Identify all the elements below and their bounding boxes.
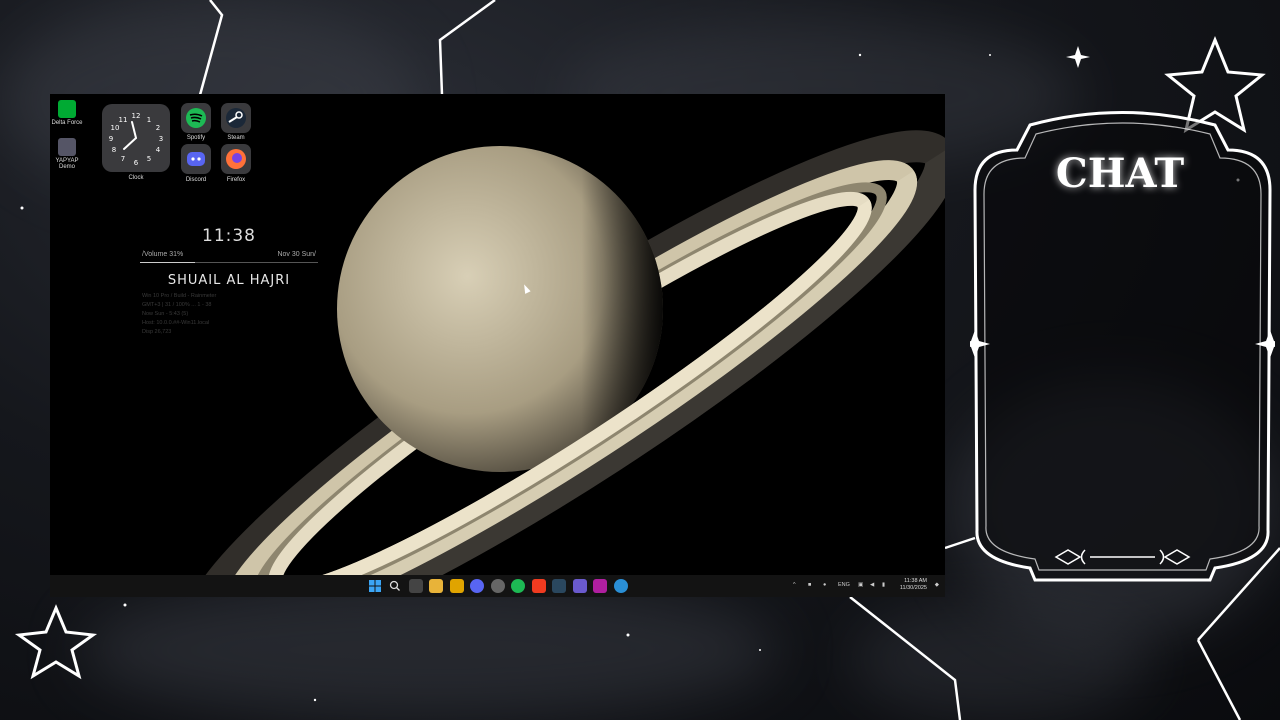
volume-icon[interactable]: ◀ xyxy=(870,582,874,588)
yapyap-icon xyxy=(58,138,76,156)
svg-text:4: 4 xyxy=(156,146,161,154)
info-line: Win 10 Pro / Build - Rainmeter xyxy=(142,293,217,299)
chat-title: CHAT xyxy=(1055,150,1185,197)
svg-text:7: 7 xyxy=(121,155,125,163)
task-view-icon[interactable] xyxy=(409,579,423,593)
volume-percent: 31% xyxy=(169,251,184,258)
discord-icon xyxy=(187,152,205,166)
app-icon[interactable] xyxy=(593,579,607,593)
sparkle-icon xyxy=(1066,46,1090,68)
firefox-tile[interactable] xyxy=(221,144,251,174)
volume-fill xyxy=(140,262,196,263)
firefox-label: Firefox xyxy=(226,177,246,183)
steam-icon xyxy=(226,108,246,128)
clock-widget[interactable]: 12 1 2 3 4 5 6 7 8 9 10 11 xyxy=(102,104,170,172)
svg-text:3: 3 xyxy=(159,135,163,143)
app-icon[interactable] xyxy=(573,579,587,593)
start-button[interactable] xyxy=(368,579,382,593)
taskbar-time: 11:38 AM xyxy=(904,578,927,584)
svg-text:12: 12 xyxy=(132,112,141,120)
language-indicator[interactable]: ENG xyxy=(838,582,850,588)
user-name: SHUAIL AL HAJRI xyxy=(167,273,291,288)
volume-label: /Volume xyxy=(142,251,168,258)
file-explorer-icon[interactable] xyxy=(429,579,443,593)
rainmeter-widget: 11:38 /Volume 31% Nov 30 Sun/ SHUAIL AL … xyxy=(140,226,318,337)
discord-tile[interactable] xyxy=(181,144,211,174)
network-icon[interactable]: ▣ xyxy=(858,582,863,588)
svg-text:6: 6 xyxy=(134,159,139,167)
widget-date: Nov 30 Sun/ xyxy=(277,251,316,258)
info-line: GMT+3 | 31 / 100% ... 1 - 38 xyxy=(142,302,212,308)
info-line: Disp 26,723 xyxy=(142,329,172,335)
widget-time: 11:38 xyxy=(202,226,256,246)
steam-tile[interactable] xyxy=(221,103,251,133)
desktop-screen: Delta Force YAPYAP Demo 12 1 2 3 4 5 6 7… xyxy=(50,94,945,597)
svg-text:2: 2 xyxy=(156,124,160,132)
brave-icon[interactable] xyxy=(532,579,546,593)
svg-text:5: 5 xyxy=(147,155,151,163)
search-button[interactable] xyxy=(388,579,402,593)
steam-label: Steam xyxy=(227,135,245,141)
firefox-icon xyxy=(226,149,246,169)
system-info: Win 10 Pro / Build - Rainmeter GMT+3 | 3… xyxy=(140,292,318,337)
discord-taskbar-icon[interactable] xyxy=(470,579,484,593)
svg-text:10: 10 xyxy=(111,124,120,132)
desktop-icon-yapyap[interactable]: YAPYAP Demo xyxy=(50,138,87,170)
search-icon xyxy=(389,580,400,591)
desktop-icon-delta-force[interactable]: Delta Force xyxy=(50,100,87,126)
svg-text:1: 1 xyxy=(147,116,151,124)
notification-icon[interactable]: ◆ xyxy=(935,582,939,588)
edge-icon[interactable] xyxy=(614,579,628,593)
delta-force-icon xyxy=(58,100,76,118)
svg-text:11: 11 xyxy=(119,116,128,124)
spotify-taskbar-icon[interactable] xyxy=(511,579,525,593)
taskbar: ^ ■ ● ENG ▣ ◀ ▮ 11:38 AM 11/30/2025 ◆ xyxy=(50,575,945,597)
taskbar-clock[interactable]: 11:38 AM 11/30/2025 xyxy=(900,578,927,592)
svg-text:9: 9 xyxy=(109,135,113,143)
clock-label: Clock xyxy=(128,175,144,181)
microphone-icon[interactable]: ● xyxy=(823,582,826,588)
analog-clock-face: 12 1 2 3 4 5 6 7 8 9 10 11 xyxy=(109,112,163,167)
cloud xyxy=(850,600,1150,720)
cloud xyxy=(80,580,780,720)
battery-icon[interactable]: ▮ xyxy=(882,582,885,588)
svg-text:8: 8 xyxy=(112,146,116,154)
spotify-tile[interactable] xyxy=(181,103,211,133)
spotify-icon xyxy=(186,108,206,128)
info-line: Host: 10.0.0.##-Win11.local xyxy=(142,320,210,326)
volume-row: /Volume 31% Nov 30 Sun/ xyxy=(140,251,318,263)
steam-taskbar-icon[interactable] xyxy=(552,579,566,593)
info-line: Now Sun - 5:43 (5) xyxy=(142,311,189,317)
windows-icon xyxy=(369,580,381,592)
app-icon[interactable] xyxy=(450,579,464,593)
chevron-up-icon[interactable]: ^ xyxy=(793,582,796,588)
taskbar-date: 11/30/2025 xyxy=(899,585,927,591)
tray-icon[interactable]: ■ xyxy=(808,582,811,588)
chrome-icon[interactable] xyxy=(491,579,505,593)
